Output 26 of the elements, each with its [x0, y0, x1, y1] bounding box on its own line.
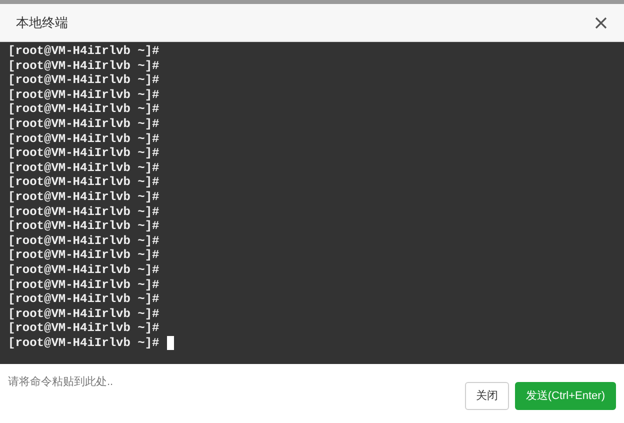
terminal-line: [root@VM-H4iIrlvb ~]#	[8, 44, 160, 59]
close-button[interactable]: 关闭	[464, 382, 509, 410]
terminal-line: [root@VM-H4iIrlvb ~]#	[8, 321, 160, 336]
dialog-title: 本地终端	[16, 14, 68, 32]
terminal-line: [root@VM-H4iIrlvb ~]#	[8, 190, 160, 205]
terminal-line: [root@VM-H4iIrlvb ~]#	[8, 102, 160, 117]
terminal-line: [root@VM-H4iIrlvb ~]#	[8, 160, 160, 176]
terminal-line: [root@VM-H4iIrlvb ~]#	[8, 234, 160, 248]
terminal-line: [root@VM-H4iIrlvb ~]#	[8, 88, 160, 102]
terminal-line: [root@VM-H4iIrlvb ~]#	[8, 58, 160, 74]
terminal-line: [root@VM-H4iIrlvb ~]#	[8, 262, 160, 278]
terminal-line: [root@VM-H4iIrlvb ~]#	[8, 175, 160, 190]
terminal-line: [root@VM-H4iIrlvb ~]#	[8, 73, 160, 88]
terminal-line: [root@VM-H4iIrlvb ~]#	[8, 146, 160, 161]
terminal-line: [root@VM-H4iIrlvb ~]#	[8, 278, 160, 292]
terminal-line: [root@VM-H4iIrlvb ~]#	[8, 116, 160, 132]
terminal-cursor	[167, 336, 174, 350]
terminal-line: [root@VM-H4iIrlvb ~]#	[8, 292, 160, 307]
terminal-line: [root@VM-H4iIrlvb ~]#	[8, 306, 160, 322]
terminal-line: [root@VM-H4iIrlvb ~]#	[8, 132, 160, 146]
close-icon[interactable]	[594, 16, 608, 30]
terminal-line: [root@VM-H4iIrlvb ~]#	[8, 219, 160, 234]
command-input-field[interactable]: 请将命令粘贴到此处..	[8, 372, 465, 392]
terminal-line: [root@VM-H4iIrlvb ~]#	[8, 336, 160, 350]
terminal-line: [root@VM-H4iIrlvb ~]#	[8, 248, 160, 263]
terminal-line: [root@VM-H4iIrlvb ~]#	[8, 204, 160, 220]
